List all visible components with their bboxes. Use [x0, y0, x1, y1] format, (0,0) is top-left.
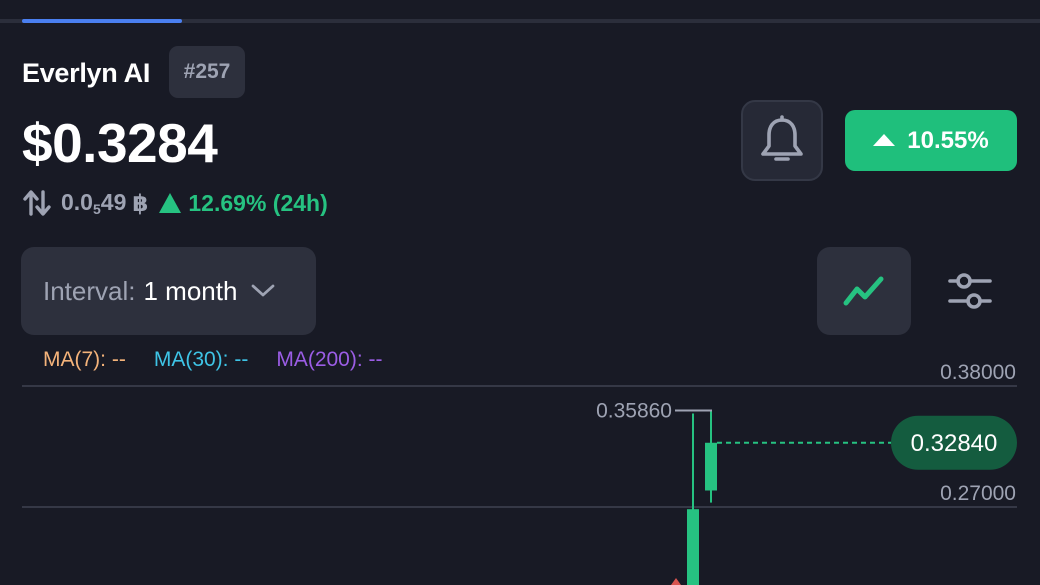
interval-value: 1 month — [143, 275, 238, 306]
price-chart[interactable]: 0.38000 0.27000 0.35860 0.32840 — [0, 340, 1040, 585]
high-price-label: 0.35860 — [596, 400, 672, 423]
rank-badge: #257 — [169, 46, 245, 98]
y-tick-label: 0.27000 — [940, 482, 1016, 505]
interval-label: Interval: — [43, 275, 136, 306]
current-price-label: 0.32840 — [911, 430, 998, 457]
price-change-pill: 10.55% — [845, 110, 1017, 171]
bell-icon — [761, 114, 803, 161]
current-price: $0.3284 — [22, 112, 218, 174]
interval-selector[interactable]: Interval: 1 month — [21, 247, 316, 335]
candle-body — [687, 509, 699, 585]
candle-body — [705, 442, 717, 491]
line-chart-icon — [843, 276, 884, 306]
btc-symbol: ฿ — [132, 189, 149, 216]
price-subrow: 0.0549 ฿ 12.69% (24h) — [22, 186, 328, 220]
price-alert-button[interactable] — [741, 100, 823, 181]
sliders-icon — [948, 273, 992, 309]
high-leader-line — [675, 409, 712, 412]
chevron-down-icon — [252, 284, 275, 297]
price-change-value: 10.55% — [907, 126, 989, 154]
y-tick-label: 0.38000 — [940, 361, 1016, 384]
btc-price: 0.0549 — [61, 189, 127, 217]
candle-marker — [671, 578, 681, 585]
coin-name: Everlyn AI — [22, 58, 151, 88]
active-tab-indicator — [22, 19, 182, 23]
up-triangle-icon — [159, 193, 182, 213]
up-triangle-icon — [873, 133, 896, 146]
change-24h: 12.69% (24h) — [188, 189, 328, 216]
chart-settings-button[interactable] — [930, 247, 1010, 335]
swap-vertical-icon[interactable] — [22, 188, 52, 218]
chart-type-button[interactable] — [817, 247, 911, 335]
